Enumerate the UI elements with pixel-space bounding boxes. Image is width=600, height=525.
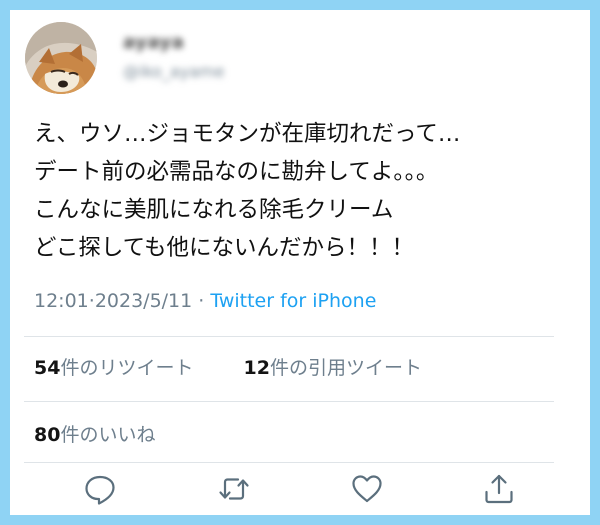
quotes-label: 件の引用ツイート	[269, 357, 422, 379]
tweet-date[interactable]: 2023/5/11	[95, 290, 192, 312]
display-name[interactable]: ayaya	[123, 32, 184, 53]
reply-button[interactable]	[83, 472, 117, 506]
avatar[interactable]	[25, 22, 97, 94]
tweet-text: え、ウソ…ジョモタンが在庫切れだって… デート前の必需品なのに勘弁してよ。。。 …	[34, 115, 574, 267]
like-button[interactable]	[350, 472, 384, 506]
retweets-label: 件のリツイート	[60, 357, 194, 379]
tweet-line: え、ウソ…ジョモタンが在庫切れだって…	[34, 121, 461, 147]
likes-stat[interactable]: 80件のいいね	[34, 420, 155, 447]
likes-label: 件のいいね	[60, 424, 156, 446]
tweet-line: どこ探しても他にないんだから！！！	[34, 235, 415, 261]
username[interactable]: @iko_ayame	[123, 62, 224, 81]
tweet-source-link[interactable]: Twitter for iPhone	[210, 290, 376, 312]
shiba-dog-avatar-image	[25, 22, 97, 94]
tweet-line: こんなに美肌になれる除毛クリーム	[34, 197, 394, 223]
likes-count: 80	[34, 424, 61, 446]
retweets-count: 54	[34, 357, 61, 379]
retweet-button[interactable]	[217, 472, 251, 506]
retweets-stat[interactable]: 54件のリツイート	[34, 353, 193, 380]
tweet-line: デート前の必需品なのに勘弁してよ。。。	[34, 159, 439, 185]
quotes-stat[interactable]: 12件の引用ツイート	[244, 353, 422, 380]
share-button[interactable]	[482, 472, 516, 506]
retweet-stats-row: 54件のリツイート 12件の引用ツイート	[34, 353, 422, 380]
meta-separator: ·	[198, 290, 205, 312]
tweet-meta: 12:01·2023/5/11 · Twitter for iPhone	[34, 290, 376, 312]
retweet-icon	[219, 478, 249, 500]
divider	[24, 401, 554, 402]
tweet-card: ayaya @iko_ayame え、ウソ…ジョモタンが在庫切れだって… デート…	[10, 10, 590, 515]
reply-icon	[85, 475, 115, 505]
divider	[24, 462, 554, 463]
heart-icon	[352, 475, 382, 503]
quotes-count: 12	[243, 357, 270, 379]
share-icon	[485, 474, 513, 504]
divider	[24, 336, 554, 337]
tweet-time[interactable]: 12:01	[34, 290, 89, 312]
